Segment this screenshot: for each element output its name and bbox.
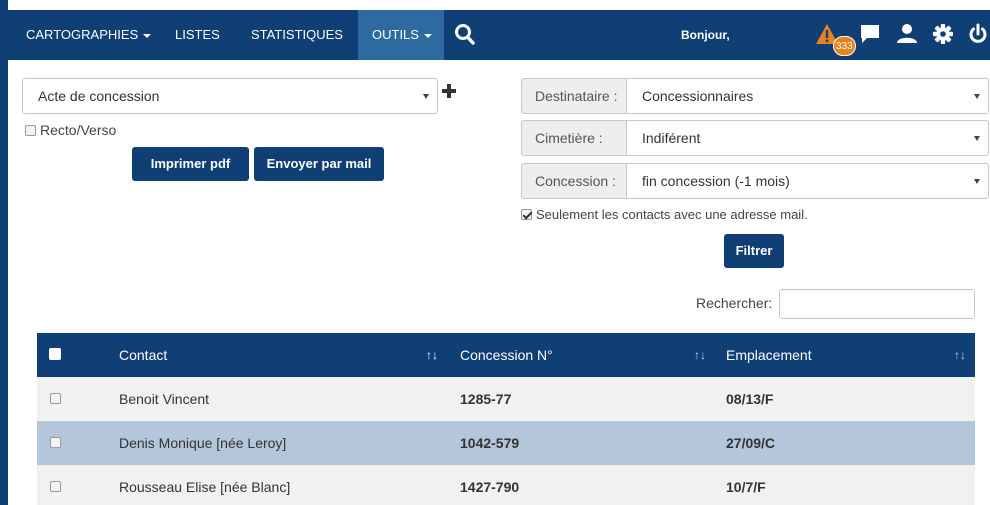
- power-icon: [969, 23, 987, 43]
- nav-listes[interactable]: LISTES: [175, 10, 220, 60]
- logout-button[interactable]: [968, 22, 988, 48]
- table-header: Contact ↑↓ Concession N° ↑↓ Emplacement …: [37, 333, 975, 377]
- filter-button[interactable]: Filtrer: [724, 234, 784, 268]
- left-border: [0, 0, 8, 505]
- plus-icon: [442, 84, 456, 98]
- recto-verso-checkbox[interactable]: [25, 124, 36, 136]
- top-navbar: CARTOGRAPHIES LISTES STATISTIQUES OUTILS…: [8, 10, 990, 60]
- cimetiere-select[interactable]: Indiférent: [626, 120, 989, 156]
- recto-verso-label: Recto/Verso: [40, 122, 117, 139]
- contacts-table: Contact ↑↓ Concession N° ↑↓ Emplacement …: [37, 333, 975, 505]
- chevron-down-icon: [974, 94, 980, 99]
- recto-verso-option[interactable]: Recto/Verso: [25, 121, 116, 138]
- document-type-value: Acte de concession: [38, 88, 160, 104]
- concession-select[interactable]: fin concession (-1 mois): [626, 163, 989, 199]
- cimetiere-value: Indiférent: [642, 130, 701, 146]
- nav-cartographies[interactable]: CARTOGRAPHIES: [26, 10, 152, 60]
- cimetiere-label: Cimetière :: [521, 120, 627, 156]
- sort-icon[interactable]: ↑↓: [426, 333, 438, 377]
- nav-cartographies-label: CARTOGRAPHIES: [26, 27, 139, 42]
- search-input[interactable]: [779, 289, 975, 319]
- settings-button[interactable]: [932, 22, 954, 48]
- search-button[interactable]: [454, 23, 476, 47]
- emplacement-cell: 10/7/F: [726, 479, 766, 495]
- gear-icon: [933, 24, 953, 44]
- column-concession-header[interactable]: Concession N°: [460, 333, 553, 377]
- table-row[interactable]: Rousseau Elise [née Blanc] 1427-790 10/7…: [37, 465, 975, 505]
- concession-cell: 1427-790: [460, 479, 520, 495]
- add-document-button[interactable]: [441, 83, 457, 99]
- user-icon: [897, 24, 917, 43]
- column-emplacement-header[interactable]: Emplacement: [726, 333, 812, 377]
- contact-cell: Benoit Vincent: [119, 391, 210, 407]
- search-icon: [455, 24, 475, 45]
- chevron-down-icon: [974, 179, 980, 184]
- search-label: Rechercher:: [696, 295, 773, 311]
- nav-outils-label: OUTILS: [372, 27, 419, 42]
- column-contact-header[interactable]: Contact: [119, 333, 167, 377]
- nav-statistiques-label: STATISTIQUES: [251, 27, 343, 42]
- nav-statistiques[interactable]: STATISTIQUES: [251, 10, 343, 60]
- nav-listes-label: LISTES: [175, 27, 220, 42]
- destinataire-value: Concessionnaires: [642, 88, 754, 104]
- row-checkbox[interactable]: [50, 437, 61, 448]
- sort-icon[interactable]: ↑↓: [694, 333, 706, 377]
- concession-label: Concession :: [521, 163, 627, 199]
- document-type-select[interactable]: Acte de concession: [22, 78, 438, 114]
- contact-cell: Denis Monique [née Leroy]: [119, 435, 287, 451]
- print-pdf-button[interactable]: Imprimer pdf: [132, 147, 249, 181]
- row-checkbox[interactable]: [50, 393, 61, 404]
- chevron-down-icon: [143, 33, 152, 38]
- messages-button[interactable]: [859, 22, 881, 48]
- emplacement-cell: 08/13/F: [726, 391, 774, 407]
- concession-cell: 1285-77: [460, 391, 512, 407]
- chat-icon: [861, 25, 879, 43]
- alert-count-badge: 333: [833, 36, 856, 56]
- send-mail-button[interactable]: Envoyer par mail: [254, 147, 384, 181]
- contact-cell: Rousseau Elise [née Blanc]: [119, 479, 291, 495]
- profile-button[interactable]: [896, 22, 918, 48]
- select-all-checkbox[interactable]: [49, 348, 61, 360]
- mail-only-option[interactable]: Seulement les contacts avec une adresse …: [521, 206, 808, 222]
- row-checkbox[interactable]: [50, 481, 61, 492]
- mail-only-checkbox[interactable]: [521, 209, 532, 221]
- greeting-text: Bonjour,: [681, 28, 730, 42]
- concession-value: fin concession (-1 mois): [642, 173, 790, 189]
- emplacement-cell: 27/09/C: [726, 435, 776, 451]
- chevron-down-icon: [974, 136, 980, 141]
- page: CARTOGRAPHIES LISTES STATISTIQUES OUTILS…: [0, 0, 990, 505]
- sort-icon[interactable]: ↑↓: [954, 333, 966, 377]
- destinataire-select[interactable]: Concessionnaires: [626, 78, 989, 114]
- table-row[interactable]: Denis Monique [née Leroy] 1042-579 27/09…: [37, 421, 975, 465]
- concession-cell: 1042-579: [460, 435, 520, 451]
- mail-only-label: Seulement les contacts avec une adresse …: [536, 207, 808, 223]
- destinataire-label: Destinataire :: [521, 78, 627, 114]
- nav-outils[interactable]: OUTILS: [358, 10, 444, 60]
- chevron-down-icon: [423, 94, 429, 99]
- table-row[interactable]: Benoit Vincent 1285-77 08/13/F: [37, 377, 975, 421]
- chevron-down-icon: [423, 33, 432, 38]
